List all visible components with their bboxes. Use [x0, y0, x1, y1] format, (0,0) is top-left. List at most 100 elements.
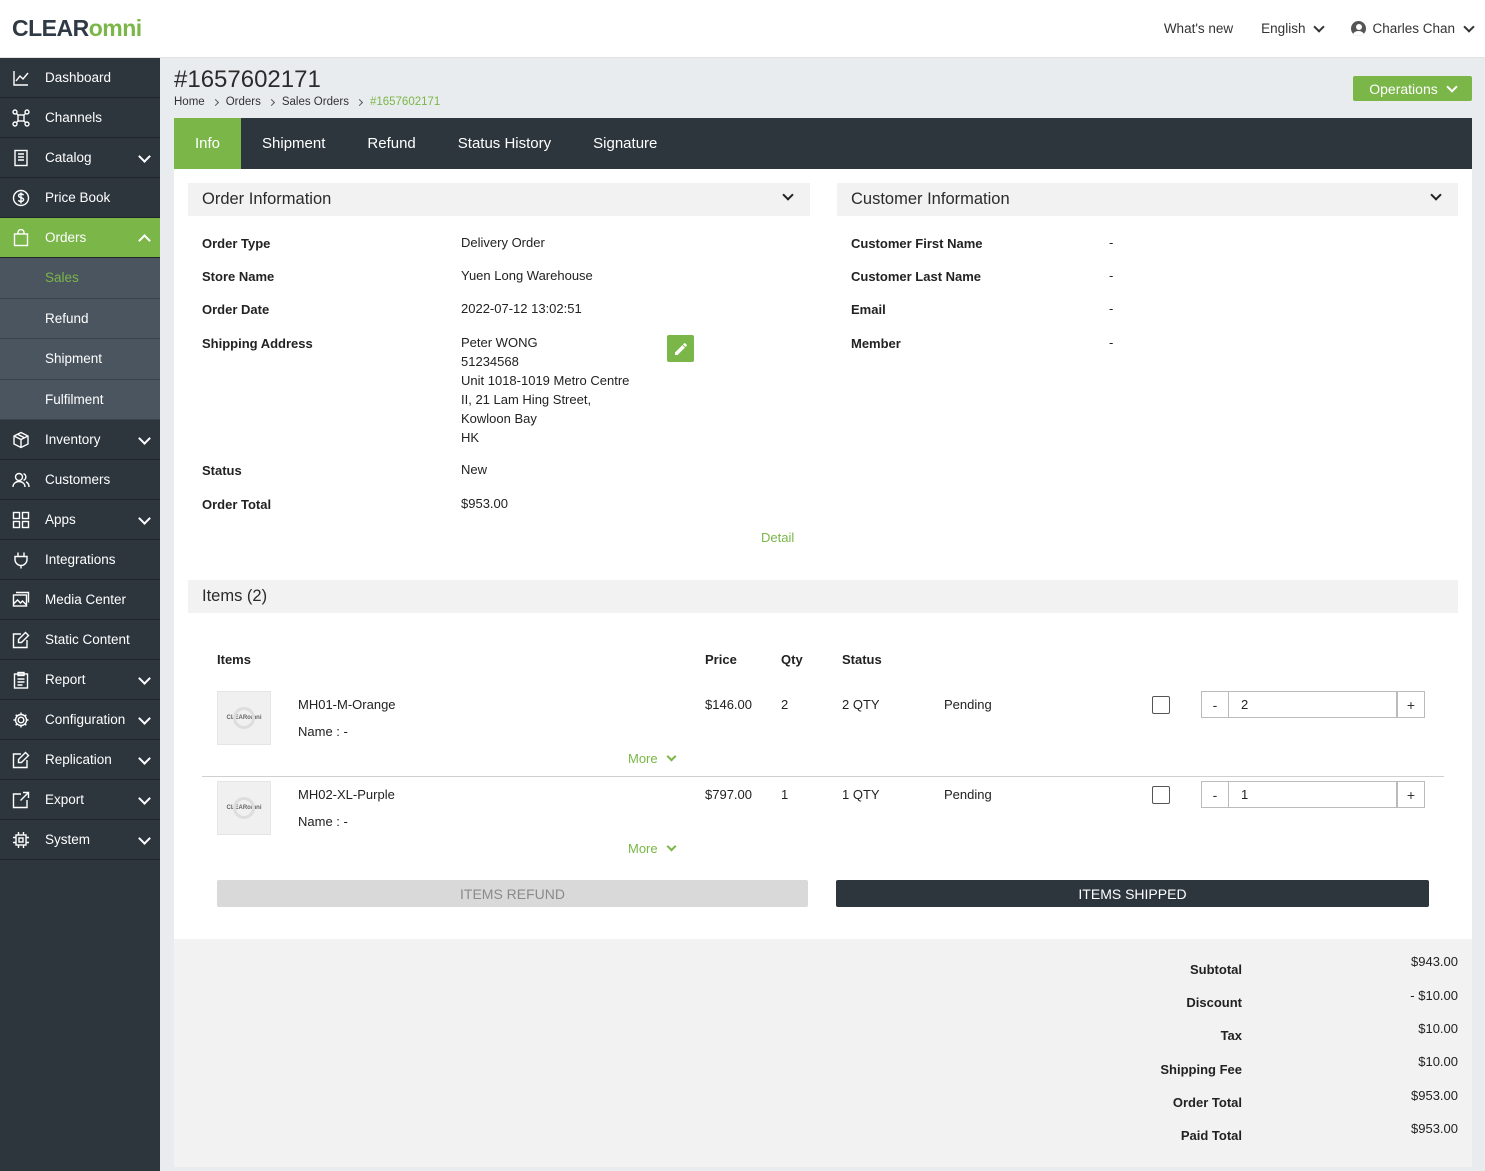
chevron-right-icon: [267, 98, 275, 106]
column-qty: Qty: [781, 652, 803, 667]
customer-last-name-value: -: [1109, 268, 1114, 283]
tab-bar: Info Shipment Refund Status History Sign…: [174, 118, 1472, 169]
breadcrumb-sales-orders[interactable]: Sales Orders: [282, 96, 349, 108]
breadcrumb-orders[interactable]: Orders: [226, 96, 261, 108]
chevron-down-icon: [138, 832, 151, 845]
tab-signature[interactable]: Signature: [572, 118, 678, 169]
dollar-circle-icon: [12, 189, 30, 207]
shipping-fee-label: Shipping Fee: [1160, 1062, 1242, 1077]
address-line: II, 21 Lam Hing Street,: [461, 392, 592, 407]
item-price: $146.00: [705, 697, 752, 712]
sidebar-item-dashboard[interactable]: Dashboard: [0, 58, 160, 98]
catalog-icon: [14, 149, 28, 167]
sidebar-item-report[interactable]: Report: [0, 660, 160, 700]
chevron-down-icon: [666, 751, 677, 762]
status-label: Status: [202, 463, 242, 478]
sidebar-item-catalog[interactable]: Catalog: [0, 138, 160, 178]
thumbnail-ring: [233, 707, 255, 729]
tab-shipment[interactable]: Shipment: [241, 118, 346, 169]
operations-button[interactable]: Operations: [1353, 76, 1472, 101]
qty-increment-button[interactable]: +: [1397, 691, 1425, 718]
qty-decrement-button[interactable]: -: [1201, 691, 1229, 718]
chevron-down-icon: [138, 432, 151, 445]
logo-omni-text: omni: [88, 15, 142, 41]
sidebar-item-configuration[interactable]: Configuration: [0, 700, 160, 740]
sidebar-subitem-refund[interactable]: Refund: [0, 298, 160, 339]
tab-info[interactable]: Info: [174, 118, 242, 169]
top-header: CLEARomni What's new English Charles Cha…: [0, 0, 1485, 58]
sidebar-item-label: Integrations: [45, 552, 116, 567]
sidebar-item-integrations[interactable]: Integrations: [0, 540, 160, 580]
item-sku: MH01-M-Orange: [298, 697, 396, 712]
sidebar-subitem-shipment[interactable]: Shipment: [0, 339, 160, 380]
plug-icon: [14, 552, 28, 569]
chevron-up-icon: [138, 234, 151, 247]
chevron-down-icon: [138, 712, 151, 725]
main-area: #1657602171 Home Orders Sales Orders #16…: [160, 58, 1485, 1171]
order-type-value: Delivery Order: [461, 235, 545, 250]
order-total-value: $953.00: [461, 496, 508, 511]
qty-decrement-button[interactable]: -: [1201, 781, 1229, 808]
sidebar-subitem-sales[interactable]: Sales: [0, 258, 160, 299]
sidebar-item-label: System: [45, 832, 91, 847]
sidebar-subitem-label: Refund: [45, 310, 89, 326]
chevron-down-icon: [138, 792, 151, 805]
item-sku: MH02-XL-Purple: [298, 787, 395, 802]
item-qty: 2: [781, 697, 789, 712]
user-circle-icon: [1351, 21, 1367, 36]
customer-information-header[interactable]: Customer Information: [837, 183, 1458, 216]
user-menu[interactable]: Charles Chan: [1351, 20, 1475, 36]
sidebar-item-customers[interactable]: Customers: [0, 460, 160, 500]
member-value: -: [1109, 335, 1114, 350]
item-select-checkbox[interactable]: [1152, 786, 1170, 804]
product-thumbnail: CLEARomni: [217, 691, 271, 745]
item-name: Name : -: [298, 724, 348, 739]
images-icon: [12, 591, 30, 607]
detail-link[interactable]: Detail: [761, 530, 794, 545]
address-line: HK: [461, 430, 480, 445]
sidebar-subitem-fulfilment[interactable]: Fulfilment: [0, 379, 160, 420]
whats-new-link[interactable]: What's new: [1164, 21, 1233, 36]
tab-label: Shipment: [262, 135, 326, 152]
item-select-checkbox[interactable]: [1152, 696, 1170, 714]
grid-icon: [12, 511, 30, 529]
order-total-summary-label: Order Total: [1172, 1095, 1242, 1110]
sidebar-item-label: Apps: [45, 512, 76, 527]
sidebar-item-label: Inventory: [45, 432, 101, 447]
sidebar-item-export[interactable]: Export: [0, 780, 160, 820]
order-information-header[interactable]: Order Information: [188, 183, 810, 216]
items-shipped-button[interactable]: ITEMS SHIPPED: [836, 880, 1429, 907]
order-date-value: 2022-07-12 13:02:51: [461, 301, 582, 316]
qty-input[interactable]: [1228, 691, 1397, 718]
sidebar-item-price-book[interactable]: Price Book: [0, 178, 160, 218]
more-label: More: [628, 751, 658, 766]
sidebar-item-apps[interactable]: Apps: [0, 500, 160, 540]
sidebar-subitem-label: Shipment: [45, 351, 103, 367]
tab-refund[interactable]: Refund: [346, 118, 436, 169]
sidebar-item-inventory[interactable]: Inventory: [0, 420, 160, 460]
chart-line-icon: [13, 71, 29, 86]
sidebar-item-replication[interactable]: Replication: [0, 740, 160, 780]
more-toggle[interactable]: More: [628, 751, 677, 766]
breadcrumb-home[interactable]: Home: [174, 96, 205, 108]
qty-increment-button[interactable]: +: [1397, 781, 1425, 808]
qty-input[interactable]: [1228, 781, 1397, 808]
thumbnail-ring: [233, 797, 255, 819]
items-refund-button[interactable]: ITEMS REFUND: [217, 880, 808, 907]
sidebar-item-static-content[interactable]: Static Content: [0, 620, 160, 660]
customer-information-title: Customer Information: [851, 190, 1010, 208]
column-status: Status: [842, 652, 882, 667]
sidebar-item-system[interactable]: System: [0, 820, 160, 860]
sidebar-item-label: Configuration: [45, 712, 126, 727]
sidebar-item-orders[interactable]: Orders: [0, 218, 160, 258]
chevron-right-icon: [355, 98, 363, 106]
edit-address-button[interactable]: [667, 335, 694, 362]
order-totals: Subtotal $943.00 Discount - $10.00 Tax $…: [174, 939, 1472, 1167]
more-toggle[interactable]: More: [628, 841, 677, 856]
sidebar-item-channels[interactable]: Channels: [0, 98, 160, 138]
language-dropdown[interactable]: English: [1261, 20, 1326, 36]
chevron-down-icon: [782, 189, 794, 201]
clearomni-logo[interactable]: CLEARomni: [12, 15, 142, 42]
sidebar-item-media-center[interactable]: Media Center: [0, 580, 160, 620]
tab-status-history[interactable]: Status History: [437, 118, 572, 169]
